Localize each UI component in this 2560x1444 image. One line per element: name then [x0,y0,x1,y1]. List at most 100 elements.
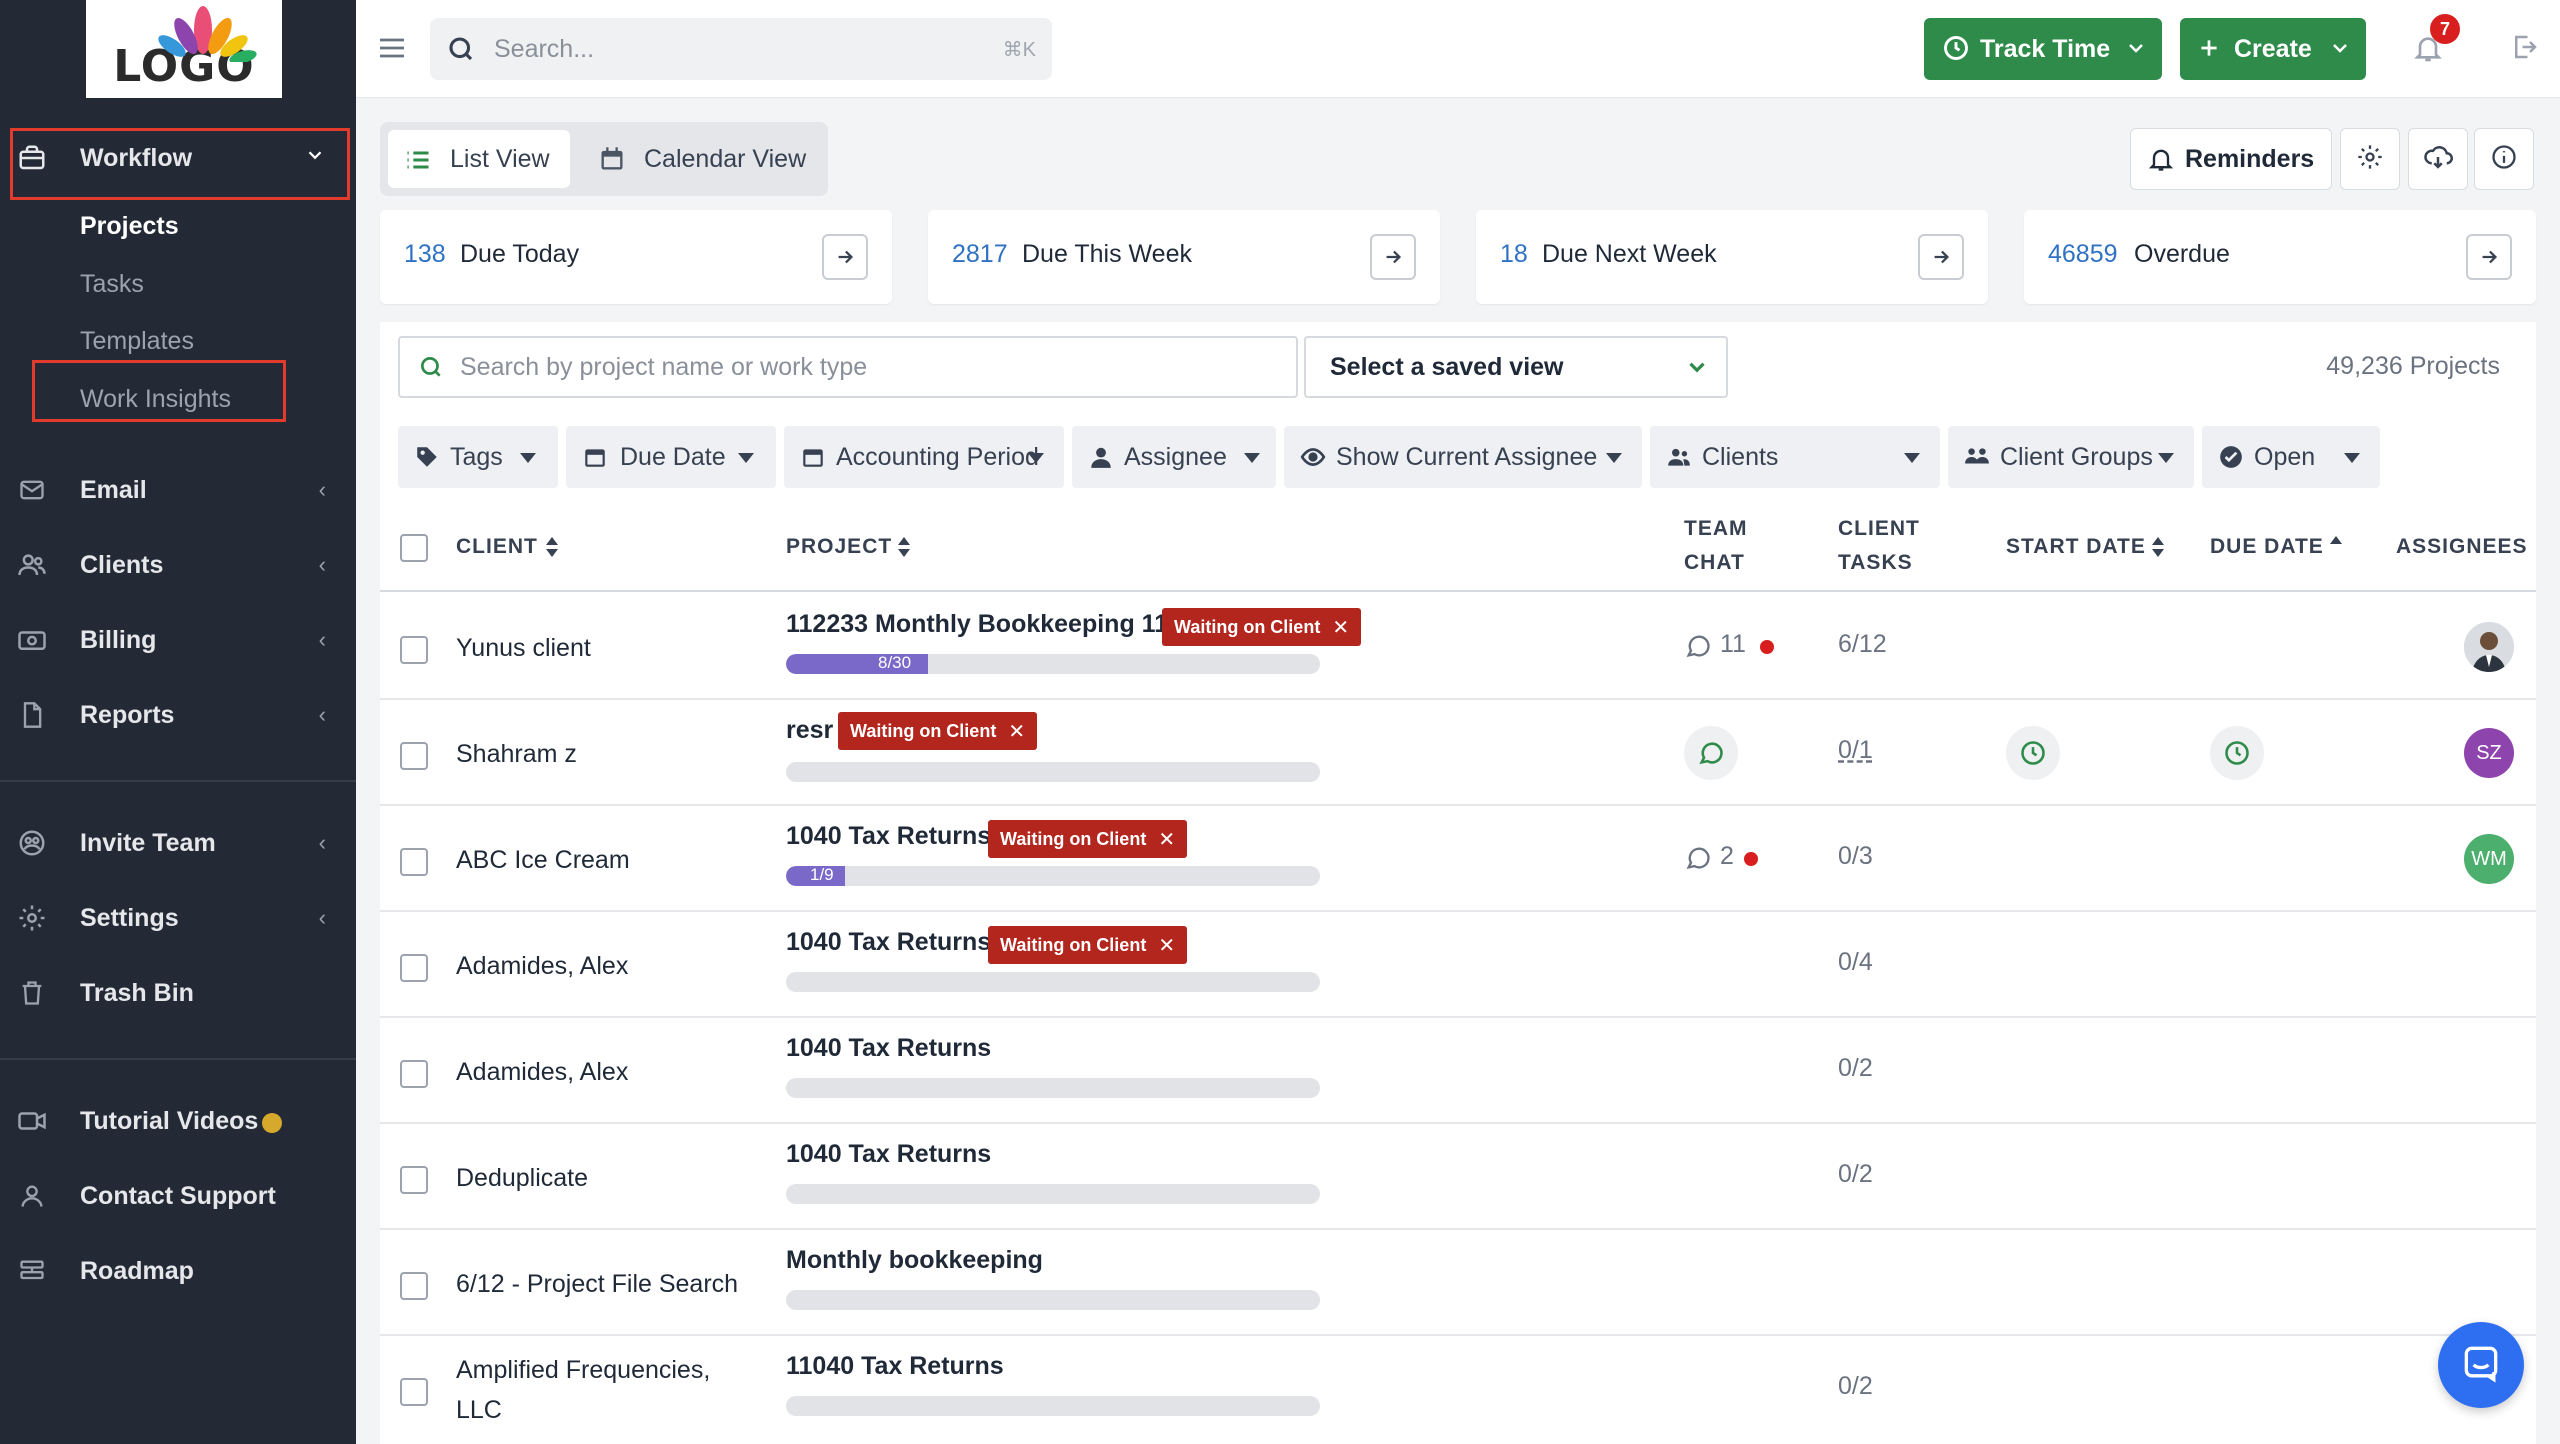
close-icon[interactable]: ✕ [1008,719,1025,744]
card-due-next-week[interactable]: 18 Due Next Week [1476,210,1988,304]
select-all-checkbox[interactable] [400,534,428,562]
filter-open[interactable]: Open [2202,426,2380,488]
sort-icon[interactable] [544,536,560,563]
card-due-this-week[interactable]: 2817 Due This Week [928,210,1440,304]
arrow-right-icon[interactable] [1370,234,1416,280]
close-icon[interactable]: ✕ [1332,615,1349,640]
row-checkbox[interactable] [400,742,428,770]
sidebar-sub-templates[interactable]: Templates [80,327,194,356]
sidebar-item-tutorial-videos[interactable]: Tutorial Videos [0,1091,356,1151]
filter-show-current-assignee[interactable]: Show Current Assignee [1284,426,1642,488]
table-row[interactable]: Yunus client 112233 Monthly Bookkeeping … [380,594,2536,700]
table-row[interactable]: Adamides, Alex 1040 Tax Returns Waiting … [380,912,2536,1018]
sidebar-item-clients[interactable]: Clients ‹ [0,535,356,595]
client-tasks[interactable]: 0/1 [1838,736,1873,765]
sidebar-item-settings[interactable]: Settings ‹ [0,888,356,948]
project-name[interactable]: 11040 Tax Returns [786,1352,1004,1381]
settings-button[interactable] [2340,128,2400,190]
row-checkbox[interactable] [400,1166,428,1194]
sidebar-item-contact-support[interactable]: Contact Support [0,1166,356,1226]
sort-icon[interactable] [896,536,912,563]
arrow-right-icon[interactable] [1918,234,1964,280]
project-name[interactable]: 1040 Tax Returns [786,928,991,957]
close-icon[interactable]: ✕ [1158,933,1175,958]
table-row[interactable]: Adamides, Alex 1040 Tax Returns 0/2 [380,1018,2536,1124]
card-overdue[interactable]: 46859 Overdue [2024,210,2536,304]
clock-icon[interactable] [2006,726,2060,780]
client-name[interactable]: Yunus client [456,628,591,668]
row-checkbox[interactable] [400,1060,428,1088]
arrow-right-icon[interactable] [2466,234,2512,280]
close-icon[interactable]: ✕ [1158,827,1175,852]
cloud-download-button[interactable] [2408,128,2468,190]
project-name[interactable]: resr [786,716,833,745]
filter-clients[interactable]: Clients [1650,426,1940,488]
project-name[interactable]: 112233 Monthly Bookkeeping 11 [786,610,1168,639]
client-name[interactable]: 6/12 - Project File Search [456,1264,738,1304]
row-checkbox[interactable] [400,848,428,876]
filter-tags[interactable]: Tags [398,426,558,488]
chat-bubble-icon[interactable] [1684,844,1712,877]
row-checkbox[interactable] [400,636,428,664]
project-name[interactable]: 1040 Tax Returns [786,1140,991,1169]
header-start-date[interactable]: START DATE [2006,530,2146,564]
sidebar-item-trash-bin[interactable]: Trash Bin [0,963,356,1023]
table-row[interactable]: Shahram z resr Waiting on Client ✕ 0/1 SZ [380,700,2536,806]
clock-icon[interactable] [2210,726,2264,780]
help-chat-button[interactable] [2438,1322,2524,1408]
sidebar-item-roadmap[interactable]: Roadmap [0,1241,356,1301]
table-row[interactable]: Amplified Frequencies, LLC 11040 Tax Ret… [380,1336,2536,1442]
project-name[interactable]: 1040 Tax Returns [786,1034,991,1063]
chat-bubble-icon[interactable] [1684,726,1738,780]
project-name[interactable]: Monthly bookkeeping [786,1246,1043,1275]
filter-assignee[interactable]: Assignee [1072,426,1276,488]
client-name-line2[interactable]: LLC [456,1390,502,1430]
avatar[interactable] [2464,622,2514,672]
sidebar-item-billing[interactable]: Billing ‹ [0,610,356,670]
reminders-button[interactable]: Reminders [2130,128,2332,190]
table-row[interactable]: Deduplicate 1040 Tax Returns 0/2 [380,1124,2536,1230]
header-client[interactable]: CLIENT [456,530,538,564]
client-name[interactable]: Adamides, Alex [456,1052,628,1092]
client-name[interactable]: Shahram z [456,734,577,774]
sidebar-sub-tasks[interactable]: Tasks [80,270,144,299]
create-button[interactable]: Create [2180,18,2366,80]
card-due-today[interactable]: 138 Due Today [380,210,892,304]
client-name[interactable]: Deduplicate [456,1158,588,1198]
sidebar-sub-projects[interactable]: Projects [80,212,179,241]
info-button[interactable] [2474,128,2534,190]
table-row[interactable]: 6/12 - Project File Search Monthly bookk… [380,1230,2536,1336]
project-name[interactable]: 1040 Tax Returns [786,822,991,851]
row-checkbox[interactable] [400,1378,428,1406]
global-search-input[interactable]: Search... ⌘K [430,18,1052,80]
sort-ascending-icon[interactable] [2328,534,2344,552]
chat-bubble-icon[interactable] [1684,632,1712,665]
row-checkbox[interactable] [400,1272,428,1300]
header-project[interactable]: PROJECT [786,530,892,564]
filter-accounting-period[interactable]: Accounting Period [784,426,1064,488]
tab-calendar-view[interactable]: Calendar View [584,130,820,188]
table-row[interactable]: ABC Ice Cream 1040 Tax Returns Waiting o… [380,806,2536,912]
hamburger-menu-icon[interactable] [376,32,408,69]
avatar[interactable]: SZ [2464,728,2514,778]
saved-view-select[interactable]: Select a saved view [1304,336,1728,398]
arrow-right-icon[interactable] [822,234,868,280]
client-name[interactable]: Adamides, Alex [456,946,628,986]
avatar[interactable]: WM [2464,834,2514,884]
filter-due-date[interactable]: Due Date [566,426,776,488]
chevron-down-icon [1684,354,1710,387]
row-checkbox[interactable] [400,954,428,982]
header-due-date[interactable]: DUE DATE [2210,530,2324,564]
company-logo[interactable]: LOGO [86,0,282,98]
tab-list-view[interactable]: List View [388,130,570,188]
sidebar-item-reports[interactable]: Reports ‹ [0,685,356,745]
sidebar-item-invite-team[interactable]: Invite Team ‹ [0,813,356,873]
client-name-line1[interactable]: Amplified Frequencies, [456,1350,710,1390]
track-time-button[interactable]: Track Time [1924,18,2162,80]
logout-icon[interactable] [2510,32,2540,67]
client-name[interactable]: ABC Ice Cream [456,840,630,880]
filter-client-groups[interactable]: Client Groups [1948,426,2194,488]
project-search-input[interactable]: Search by project name or work type [398,336,1298,398]
sort-icon[interactable] [2150,536,2166,563]
sidebar-item-email[interactable]: Email ‹ [0,460,356,520]
